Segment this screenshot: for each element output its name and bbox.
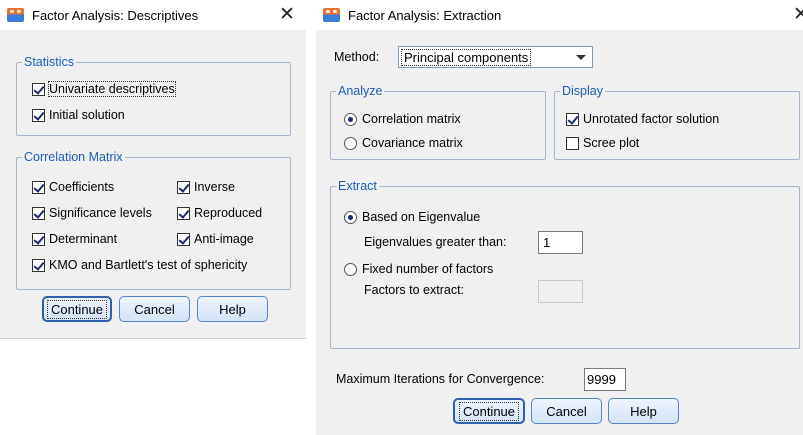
descriptives-title: Factor Analysis: Descriptives (32, 7, 199, 23)
button-label: Cancel (134, 301, 175, 317)
spss-app-icon (7, 8, 24, 22)
radio-label: Covariance matrix (362, 136, 463, 150)
reproduced-checkbox[interactable]: Reproduced (177, 204, 262, 222)
close-icon[interactable]: ✕ (279, 5, 295, 24)
descriptives-titlebar[interactable]: Factor Analysis: Descriptives ✕ (0, 0, 306, 30)
button-label: Continue (458, 401, 520, 421)
determinant-checkbox[interactable]: Determinant (32, 230, 117, 248)
extraction-titlebar[interactable]: Factor Analysis: Extraction ✕ (316, 0, 803, 30)
checkbox-label: Anti-image (194, 232, 254, 246)
factors-to-extract-label: Factors to extract: (364, 283, 465, 297)
cancel-button[interactable]: Cancel (119, 296, 190, 322)
method-selected-value: Principal components (400, 48, 532, 66)
univariate-descriptives-checkbox[interactable]: Univariate descriptives (32, 80, 176, 98)
radio-button[interactable] (344, 210, 357, 224)
continue-button[interactable]: Continue (42, 296, 112, 322)
correlation-matrix-radio[interactable]: Correlation matrix (344, 110, 461, 128)
button-label: Help (630, 403, 657, 419)
chevron-down-icon[interactable] (576, 55, 586, 60)
method-select[interactable]: Principal components (398, 46, 593, 68)
radio-label: Fixed number of factors (362, 262, 494, 276)
radio-label: Based on Eigenvalue (362, 210, 481, 224)
button-label: Help (219, 301, 246, 317)
help-button[interactable]: Help (608, 398, 679, 424)
eigenvalue-value: 1 (543, 235, 551, 250)
checkbox-box[interactable] (32, 206, 45, 220)
close-icon[interactable]: ✕ (793, 5, 803, 24)
checkbox-box[interactable] (32, 180, 45, 194)
checkbox-label: Initial solution (49, 108, 125, 122)
checkbox-label: Unrotated factor solution (583, 112, 720, 126)
descriptives-dialog: Factor Analysis: Descriptives ✕ Statisti… (0, 0, 306, 338)
eigenvalue-input[interactable]: 1 (538, 231, 583, 254)
based-on-eigenvalue-radio[interactable]: Based on Eigenvalue (344, 208, 480, 226)
correlation-matrix-legend: Correlation Matrix (22, 149, 125, 165)
checkbox-label: Univariate descriptives (48, 81, 176, 97)
significance-levels-checkbox[interactable]: Significance levels (32, 204, 152, 222)
max-iterations-input[interactable]: 9999 (584, 368, 626, 391)
anti-image-checkbox[interactable]: Anti-image (177, 230, 254, 248)
checkbox-label: Inverse (194, 180, 235, 194)
checkbox-box[interactable] (32, 108, 45, 122)
button-label: Cancel (546, 403, 587, 419)
max-iterations-label: Maximum Iterations for Convergence: (336, 372, 545, 386)
scree-plot-checkbox[interactable]: Scree plot (566, 134, 639, 152)
covariance-matrix-radio[interactable]: Covariance matrix (344, 134, 463, 152)
checkbox-label: Significance levels (49, 206, 152, 220)
spss-app-icon (323, 8, 340, 22)
checkbox-label: KMO and Bartlett's test of sphericity (49, 258, 248, 272)
checkbox-box[interactable] (177, 232, 190, 246)
descriptives-bottom-edge (0, 338, 306, 339)
coefficients-checkbox[interactable]: Coefficients (32, 178, 114, 196)
checkbox-label: Reproduced (194, 206, 263, 220)
checkbox-label: Coefficients (49, 180, 115, 194)
checkbox-label: Determinant (49, 232, 118, 246)
extraction-title: Factor Analysis: Extraction (348, 7, 502, 23)
radio-button[interactable] (344, 136, 357, 150)
cancel-button[interactable]: Cancel (531, 398, 602, 424)
display-legend: Display (560, 83, 605, 99)
radio-button[interactable] (344, 112, 357, 126)
extraction-body: Method: Principal components Analyze Cor… (316, 30, 803, 435)
extraction-dialog: Factor Analysis: Extraction ✕ Method: Pr… (316, 0, 803, 435)
checkbox-box[interactable] (177, 206, 190, 220)
analyze-legend: Analyze (336, 83, 385, 99)
statistics-group: Statistics (16, 54, 291, 136)
checkbox-box[interactable] (566, 112, 579, 126)
checkbox-label: Scree plot (583, 136, 640, 150)
radio-label: Correlation matrix (362, 112, 461, 126)
eigenvalues-label: Eigenvalues greater than: (364, 235, 507, 249)
checkbox-box[interactable] (32, 258, 45, 272)
statistics-legend: Statistics (22, 54, 77, 70)
checkbox-box[interactable] (32, 232, 45, 246)
button-label: Continue (46, 299, 108, 319)
factors-to-extract-input[interactable] (538, 280, 583, 303)
help-button[interactable]: Help (197, 296, 268, 322)
initial-solution-checkbox[interactable]: Initial solution (32, 106, 125, 124)
max-iterations-value: 9999 (587, 372, 616, 387)
continue-button[interactable]: Continue (453, 398, 525, 424)
extract-legend: Extract (336, 178, 379, 194)
kmo-bartlett-checkbox[interactable]: KMO and Bartlett's test of sphericity (32, 256, 247, 274)
unrotated-factor-solution-checkbox[interactable]: Unrotated factor solution (566, 110, 719, 128)
checkbox-box[interactable] (32, 82, 45, 96)
checkbox-box[interactable] (177, 180, 190, 194)
checkbox-box[interactable] (566, 136, 579, 150)
inverse-checkbox[interactable]: Inverse (177, 178, 235, 196)
descriptives-body: Statistics Univariate descriptives Initi… (0, 30, 306, 338)
method-label: Method: (334, 50, 380, 64)
fixed-number-of-factors-radio[interactable]: Fixed number of factors (344, 260, 493, 278)
radio-button[interactable] (344, 262, 357, 276)
